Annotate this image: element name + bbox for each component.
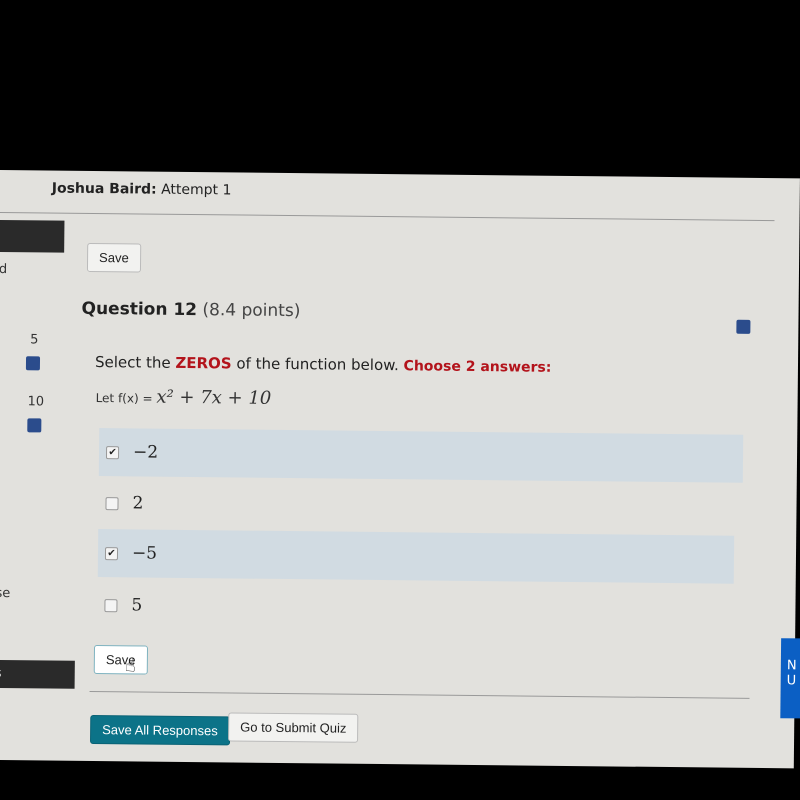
hand-cursor-icon: ☝: [124, 655, 136, 677]
attempt-header: Joshua Baird: Attempt 1: [51, 180, 232, 199]
checkbox[interactable]: [104, 598, 118, 612]
option-label: 2: [132, 493, 144, 514]
save-disk-icon[interactable]: [27, 418, 42, 433]
question-save-button[interactable]: Save: [93, 645, 148, 675]
divider: [89, 690, 750, 699]
function-definition: Let f(x) = x² + 7x + 10: [95, 386, 272, 409]
option-label: −2: [132, 442, 159, 463]
question-title: Question 12 (8.4 points): [81, 298, 301, 322]
option-label: 5: [131, 595, 143, 616]
sidebar-bar[interactable]: [0, 219, 65, 253]
answer-option[interactable]: ✔ −5: [97, 529, 735, 584]
question-prompt: Select the ZEROS of the function below. …: [94, 353, 552, 376]
save-disk-icon[interactable]: [25, 356, 41, 371]
answer-option[interactable]: ✔ −2: [98, 428, 744, 483]
sidebar-number: 10: [27, 394, 45, 410]
option-label: −5: [131, 543, 158, 564]
answer-option[interactable]: 5: [97, 581, 741, 636]
answer-option[interactable]: 2: [98, 479, 742, 534]
quiz-screen: Joshua Baird: Attempt 1 Save d Question …: [0, 170, 800, 769]
sidebar-partial-text: d: [0, 261, 8, 278]
save-all-responses-button[interactable]: Save All Responses: [89, 714, 230, 746]
checkbox[interactable]: [105, 496, 119, 510]
go-to-submit-quiz-button[interactable]: Go to Submit Quiz: [228, 712, 359, 743]
sidebar-number: 5: [30, 332, 39, 348]
save-disk-icon[interactable]: [736, 319, 751, 334]
checkbox[interactable]: ✔: [105, 445, 120, 459]
save-button[interactable]: Save: [86, 242, 141, 273]
sidebar-bar[interactable]: s: [0, 659, 75, 689]
right-panel[interactable]: NU: [780, 638, 800, 719]
sidebar-partial-text: se: [0, 585, 11, 602]
checkbox[interactable]: ✔: [104, 546, 119, 560]
divider: [0, 211, 775, 222]
